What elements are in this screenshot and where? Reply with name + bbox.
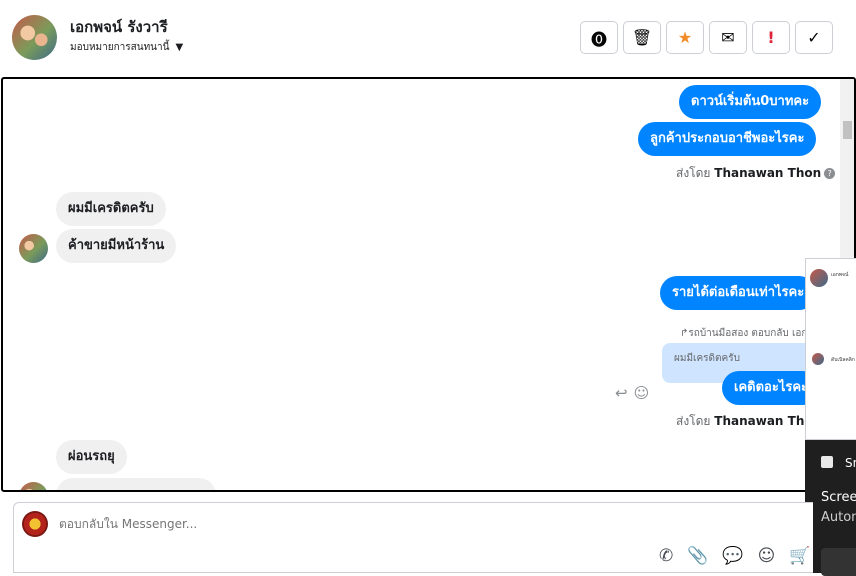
- toast-heading: Screen: [821, 490, 856, 505]
- reply-composer: ✆ 📎 💬 ☺ 🛒: [13, 502, 813, 573]
- contact-avatar[interactable]: [12, 15, 57, 60]
- report-spam-button[interactable]: ⓿: [580, 21, 618, 54]
- star-icon: ★: [677, 28, 693, 47]
- mark-unread-button[interactable]: ✉: [709, 21, 747, 54]
- contact-name[interactable]: เอกพจน์ รังวารี: [70, 15, 168, 39]
- outgoing-message[interactable]: รายได้ต่อเดือนเท่าไรคะ: [660, 276, 817, 310]
- mark-done-button[interactable]: ✓: [795, 21, 833, 54]
- outgoing-message[interactable]: ลูกค้าประกอบอาชีพอะไรคะ: [638, 122, 817, 156]
- reply-icon[interactable]: ↩: [615, 384, 628, 402]
- outgoing-message[interactable]: ดาวน์เริ่มต้น0บาทคะ: [679, 85, 822, 119]
- message-thread[interactable]: ดาวน์เริ่มต้น0บาทคะ ลูกค้าประกอบอาชีพอะไ…: [1, 77, 856, 492]
- sent-by-prefix: ส่งโดย: [676, 414, 711, 428]
- incoming-message[interactable]: ผมมีเครดิตครับ: [56, 192, 166, 226]
- emoji-icon[interactable]: ☺: [758, 546, 776, 566]
- mini-avatar: [812, 353, 824, 365]
- assign-conversation-dropdown[interactable]: มอบหมายการสนทนานี้ ▼: [70, 40, 183, 55]
- exclamation-icon: !: [767, 28, 775, 47]
- delete-button[interactable]: 🗑: [623, 21, 661, 54]
- incoming-message-partial[interactable]: [56, 478, 216, 490]
- sent-by-label: ส่งโดย Thanawan Thon: [676, 412, 821, 431]
- scroll-thumb[interactable]: [843, 121, 852, 139]
- mini-contact-name: เอกพจน์: [831, 272, 849, 278]
- reply-input[interactable]: [59, 517, 559, 531]
- check-icon: ✓: [807, 28, 821, 47]
- cart-icon[interactable]: 🛒: [789, 546, 810, 566]
- incoming-message[interactable]: ค้าขายมีหน้าร้าน: [56, 229, 177, 263]
- trash-icon: 🗑: [631, 28, 653, 47]
- incoming-message[interactable]: ผ่อนรถยุ: [56, 440, 127, 474]
- paperclip-icon[interactable]: 📎: [687, 546, 708, 566]
- contact-avatar-small[interactable]: [19, 234, 48, 263]
- conversation-toolbar: ⓿ 🗑 ★ ✉ ! ✓: [580, 21, 833, 54]
- mini-snippet: ดับเบิลคลิก: [831, 357, 855, 363]
- composer-actions: ✆ 📎 💬 ☺ 🛒: [659, 546, 811, 566]
- sent-by-label: ส่งโดย Thanawan Thon?: [676, 164, 836, 183]
- envelope-icon: ✉: [721, 28, 735, 47]
- mini-chat-panel[interactable]: เอกพจน์ ดับเบิลคลิก: [805, 258, 856, 440]
- mini-avatar: [810, 269, 828, 287]
- conversation-header: เอกพจน์ รังวารี มอบหมายการสนทนานี้ ▼ ⓿ 🗑…: [0, 0, 856, 76]
- follow-up-button[interactable]: !: [752, 21, 790, 54]
- emoji-react-icon[interactable]: ☺: [634, 384, 650, 402]
- page-avatar: [22, 511, 48, 537]
- message-actions: ↩ ☺: [615, 384, 649, 402]
- toast-action-button[interactable]: [821, 548, 856, 576]
- toast-app-name: Sn: [845, 456, 856, 470]
- call-add-icon[interactable]: ✆: [659, 546, 673, 566]
- info-icon[interactable]: ?: [824, 168, 836, 179]
- exclamation-circle-icon: ⓿: [590, 29, 607, 49]
- saved-replies-icon[interactable]: 💬: [722, 546, 743, 566]
- sender-name[interactable]: Thanawan Thon: [714, 166, 821, 180]
- contact-avatar-small[interactable]: [19, 482, 48, 490]
- assign-label: มอบหมายการสนทนานี้: [70, 42, 170, 53]
- star-button[interactable]: ★: [666, 21, 704, 54]
- snipping-tool-icon: [821, 456, 833, 468]
- toast-subtext: Autom: [821, 510, 856, 525]
- sent-by-prefix: ส่งโดย: [676, 166, 711, 180]
- caret-down-icon: ▼: [175, 42, 184, 53]
